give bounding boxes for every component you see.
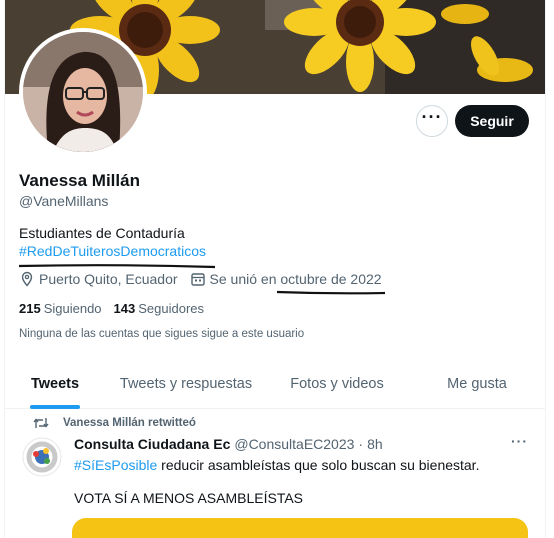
location-icon [19,271,35,287]
profile-page: ··· Seguir Vanessa Millán @VaneMillans E… [4,0,546,538]
profile-location: Puerto Quito, Ecuador [39,271,178,287]
calendar-icon [190,271,206,287]
tweet-hashtag-link[interactable]: #SíEsPosible [74,457,157,473]
active-tab-indicator [30,405,80,409]
handdrawn-underline [18,264,216,269]
followers-link[interactable]: 143 Seguidores [114,301,204,316]
profile-handle: @VaneMillans [19,193,109,209]
handdrawn-underline-date [276,290,386,295]
avatar-photo [23,32,143,152]
tweet-time[interactable]: 8h [367,436,383,452]
profile-name: Vanessa Millán [19,171,140,190]
retweet-context: Vanessa Millán retwitteó [33,416,196,430]
tweet-text-rest: reducir asambleístas que solo buscan su … [157,457,480,473]
profile-meta: Puerto Quito, Ecuador Se unió en octubre… [19,271,382,287]
followers-you-know-note: Ninguna de las cuentas que sigues sigue … [19,328,305,340]
retweet-text[interactable]: Vanessa Millán retwitteó [63,417,196,429]
more-options-button[interactable]: ··· [416,105,448,137]
tweet-header: Consulta Ciudadana Ec @ConsultaEC2023 · … [74,436,383,452]
tweet-separator: · [358,436,364,452]
following-link[interactable]: 215 Siguiendo [19,301,102,316]
follow-button[interactable]: Seguir [455,105,529,137]
profile-avatar[interactable] [19,28,147,156]
joined-date: octubre de 2022 [280,271,382,287]
tweet-more-icon[interactable]: ··· [511,433,528,449]
joined-prefix: Se unió en [209,271,277,287]
more-icon: ··· [421,107,443,127]
follow-counts: 215 Siguiendo 143 Seguidores [19,301,204,316]
tweet-text-line2: VOTA SÍ A MENOS ASAMBLEÍSTAS [74,490,304,506]
tab-tweets[interactable]: Tweets [5,359,105,409]
tweet-author-avatar[interactable] [22,437,62,477]
profile-bio: Estudiantes de Contaduría #RedDeTuiteros… [19,224,206,260]
profile-tabs: Tweets Tweets y respuestas Fotos y video… [5,359,545,409]
tab-media[interactable]: Fotos y videos [267,359,407,409]
tab-tweets-and-replies[interactable]: Tweets y respuestas [105,359,267,409]
tweet-media-card[interactable] [72,518,528,538]
retweet-icon [33,416,49,430]
consulta-logo-icon [22,437,62,477]
tweet-author-name[interactable]: Consulta Ciudadana Ec [74,436,230,452]
bio-text: Estudiantes de Contaduría [19,225,185,241]
bio-hashtag-link[interactable]: #RedDeTuiterosDemocraticos [19,242,206,260]
tab-likes[interactable]: Me gusta [407,359,545,409]
tweet-author-handle[interactable]: @ConsultaEC2023 [234,436,354,452]
tweet-text: #SíEsPosible reducir asambleístas que so… [74,456,479,474]
